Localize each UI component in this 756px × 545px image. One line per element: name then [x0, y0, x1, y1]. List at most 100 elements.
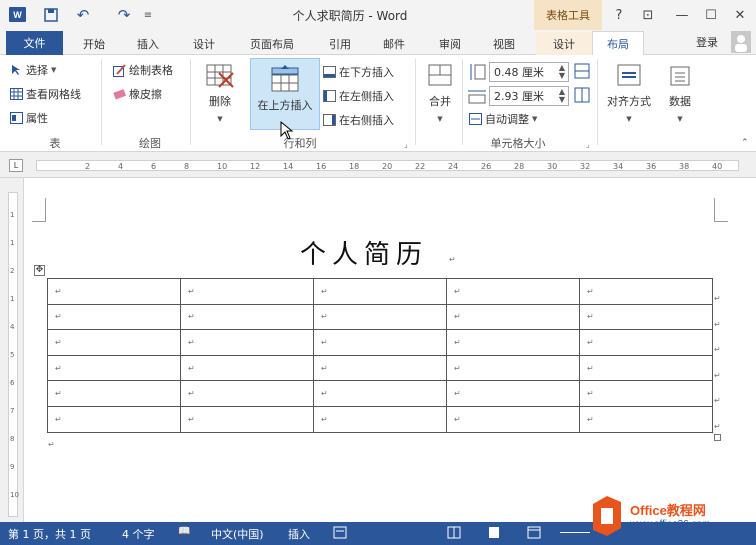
tab-table-design[interactable]: 设计 [536, 32, 592, 55]
table-cell[interactable]: ↵ [446, 405, 580, 433]
draw-table-button[interactable]: 绘制表格 [113, 62, 173, 78]
table-cell[interactable]: ↵ [313, 380, 447, 407]
tab-table-layout[interactable]: 布局 [592, 31, 644, 55]
table-cell[interactable]: ↵ [180, 354, 314, 382]
tab-file[interactable]: 文件 [6, 31, 63, 55]
table-cell[interactable]: ↵ [579, 329, 713, 356]
insert-below-button[interactable]: 在下方插入 [323, 64, 394, 80]
minimize-button[interactable]: — [670, 4, 694, 26]
resume-table[interactable]: ↵ ↵ ↵ ↵ ↵ ↵ ↵ ↵ ↵ ↵ ↵ ↵ ↵ ↵ ↵ ↵ ↵ ↵ ↵ ↵ ↵ ↵ ↵ ↵ ↵ ↵ ↵ ↵ ↵ ↵ [47, 278, 713, 433]
table-cell[interactable]: ↵ [579, 303, 713, 331]
table-cell[interactable]: ↵ [446, 303, 580, 331]
table-cell[interactable]: ↵ [313, 303, 447, 331]
tab-view[interactable]: 视图 [482, 32, 526, 55]
close-button[interactable]: ✕ [728, 4, 752, 26]
print-layout-icon[interactable] [487, 526, 501, 542]
language-indicator[interactable]: 中文(中国) [211, 526, 264, 542]
spinner-icon[interactable]: ▲ ▼ [559, 88, 565, 104]
ruler-tick: 8 [10, 435, 15, 443]
dialog-launcher-icon[interactable]: ⌟ [586, 140, 590, 149]
alignment-button[interactable]: 对齐方式 ▼ [601, 55, 657, 123]
document-heading[interactable]: 个人简历 [300, 234, 428, 271]
undo-icon[interactable]: ↶ [70, 5, 96, 25]
table-cell[interactable]: ↵ [180, 303, 314, 331]
tab-references[interactable]: 引用 [318, 32, 362, 55]
login-link[interactable]: 登录 [696, 34, 718, 50]
maximize-button[interactable]: ☐ [699, 4, 723, 26]
web-layout-icon[interactable] [527, 526, 541, 542]
table-cell[interactable]: ↵ [446, 380, 580, 407]
insert-row-below-icon [323, 66, 336, 78]
tab-home[interactable]: 开始 [72, 32, 116, 55]
delete-button[interactable]: 删除 ▼ [200, 55, 240, 123]
table-cell[interactable]: ↵ [180, 405, 314, 433]
tab-selector-icon[interactable]: L [9, 159, 23, 172]
collapse-ribbon-icon[interactable]: ⌃ [741, 138, 749, 148]
user-avatar[interactable] [731, 31, 751, 53]
page-indicator[interactable]: 第 1 页，共 1 页 [8, 526, 91, 542]
table-cell[interactable]: ↵ [579, 354, 713, 382]
help-button[interactable]: ? [607, 4, 631, 26]
insert-left-button[interactable]: 在左侧插入 [323, 88, 394, 104]
ruler-tick: 26 [481, 162, 492, 171]
table-cell[interactable]: ↵ [446, 354, 580, 382]
macro-record-icon[interactable] [333, 526, 347, 542]
tab-insert[interactable]: 插入 [126, 32, 170, 55]
insert-row-above-icon [271, 65, 299, 92]
properties-button[interactable]: 属性 [10, 110, 48, 126]
table-cell[interactable]: ↵ [313, 278, 447, 305]
table-cell[interactable]: ↵ [446, 329, 580, 356]
spinner-icon[interactable]: ▲ ▼ [559, 64, 565, 80]
row-height-input[interactable]: 0.48 厘米 ▲ ▼ [489, 62, 569, 82]
table-move-handle-icon[interactable]: ✥ [34, 265, 45, 276]
table-cell[interactable]: ↵ [579, 380, 713, 407]
data-button[interactable]: 数据 ▼ [659, 55, 701, 123]
table-resize-handle[interactable] [714, 434, 721, 441]
tab-page-layout[interactable]: 页面布局 [240, 32, 304, 55]
row-end-mark: ↵ [714, 370, 721, 380]
table-cell[interactable]: ↵ [47, 354, 181, 382]
eraser-button[interactable]: 橡皮擦 [113, 86, 162, 102]
tab-review[interactable]: 审阅 [428, 32, 472, 55]
proofing-icon[interactable]: 📖 [178, 526, 190, 537]
table-cell[interactable]: ↵ [180, 278, 314, 305]
table-cell[interactable]: ↵ [180, 380, 314, 407]
ruler-tick: 24 [448, 162, 459, 171]
ruler-tick: 1 [10, 295, 15, 303]
redo-icon[interactable]: ↷ [111, 5, 137, 25]
read-mode-icon[interactable] [447, 526, 461, 542]
word-count[interactable]: 4 个字 [122, 526, 155, 542]
autofit-button[interactable]: 自动调整 ▼ [469, 111, 537, 127]
table-cell[interactable]: ↵ [47, 278, 181, 305]
insert-right-button[interactable]: 在右侧插入 [323, 112, 394, 128]
column-width-input[interactable]: 2.93 厘米 ▲ ▼ [489, 86, 569, 106]
customize-qat-icon[interactable]: ≡ [141, 5, 155, 25]
tab-mailings[interactable]: 邮件 [372, 32, 416, 55]
table-cell[interactable]: ↵ [47, 380, 181, 407]
distribute-rows-icon[interactable] [574, 63, 590, 82]
insert-above-button[interactable]: 在上方插入 [250, 58, 320, 130]
select-button[interactable]: 选择 ▼ [10, 62, 56, 78]
ribbon-display-button[interactable]: ⊡ [636, 4, 660, 26]
view-gridlines-button[interactable]: 查看网格线 [10, 86, 81, 102]
dialog-launcher-icon[interactable]: ⌟ [404, 140, 408, 149]
table-cell[interactable]: ↵ [579, 405, 713, 433]
table-cell[interactable]: ↵ [313, 329, 447, 356]
table-cell[interactable]: ↵ [47, 303, 181, 331]
insert-mode[interactable]: 插入 [288, 526, 310, 542]
table-cell[interactable]: ↵ [313, 354, 447, 382]
distribute-columns-icon[interactable] [574, 87, 590, 106]
merge-button[interactable]: 合并 ▼ [421, 55, 459, 123]
table-cell[interactable]: ↵ [313, 405, 447, 433]
merge-cells-icon [428, 64, 452, 86]
tab-design[interactable]: 设计 [182, 32, 226, 55]
table-cell[interactable]: ↵ [47, 405, 181, 433]
ruler-tick: 9 [10, 463, 15, 471]
table-cell[interactable]: ↵ [180, 329, 314, 356]
ruler-tick: 1 [10, 211, 15, 219]
table-cell[interactable]: ↵ [579, 278, 713, 305]
table-cell[interactable]: ↵ [446, 278, 580, 305]
save-icon[interactable] [40, 5, 62, 25]
table-cell[interactable]: ↵ [47, 329, 181, 356]
ruler-tick: 6 [10, 379, 15, 387]
